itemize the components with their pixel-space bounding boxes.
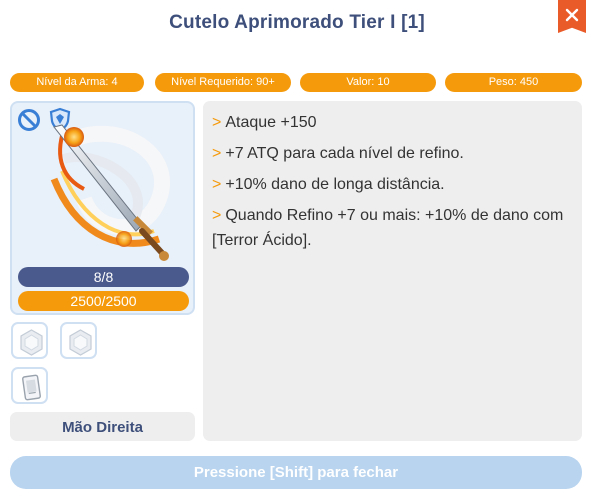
bullet-icon: >: [212, 176, 222, 193]
description-text: Quando Refino +7 ou mais: +10% de dano c…: [212, 207, 564, 249]
description-text: +10% dano de longa distância.: [225, 176, 445, 193]
experience-bar: 2500/2500: [18, 291, 189, 311]
close-icon: [565, 8, 579, 22]
equip-location-label: Mão Direita: [10, 412, 195, 441]
description-line-1: > Ataque +150: [212, 110, 574, 135]
stat-weight: Peso: 450: [445, 73, 582, 92]
window-title: Cutelo Aprimorado Tier I [1]: [169, 12, 425, 33]
card-slot-2[interactable]: [60, 322, 97, 359]
stat-value: Valor: 10: [300, 73, 436, 92]
bullet-icon: >: [212, 207, 222, 224]
card-icon: [22, 374, 41, 401]
empty-card-slot-icon: [69, 329, 92, 356]
card-slot-3[interactable]: [11, 367, 48, 404]
durability-bar: 8/8: [18, 267, 189, 287]
description-line-2: > +7 ATQ para cada nível de refino.: [212, 141, 574, 166]
item-description-panel: > Ataque +150 > +7 ATQ para cada nível de …: [203, 101, 582, 441]
description-line-4: > Quando Refino +7 ou mais: +10% de dano …: [212, 203, 574, 253]
item-image-card: 8/8 2500/2500: [10, 101, 195, 315]
sword-icon: [50, 124, 170, 261]
description-line-3: > +10% dano de longa distância.: [212, 172, 574, 197]
description-text: +7 ATQ para cada nível de refino.: [225, 145, 464, 162]
empty-card-slot-icon: [20, 329, 43, 356]
stat-weapon-level: Nível da Arma: 4: [10, 73, 144, 92]
close-hint-button[interactable]: Pressione [Shift] para fechar: [10, 456, 582, 489]
item-stats-bar: Nível da Arma: 4 Nível Requerido: 90+ Va…: [10, 73, 582, 92]
description-text: Ataque +150: [225, 114, 317, 131]
card-slot-1[interactable]: [11, 322, 48, 359]
bullet-icon: >: [212, 145, 222, 162]
stat-required-level: Nível Requerido: 90+: [155, 73, 291, 92]
bullet-icon: >: [212, 114, 222, 131]
